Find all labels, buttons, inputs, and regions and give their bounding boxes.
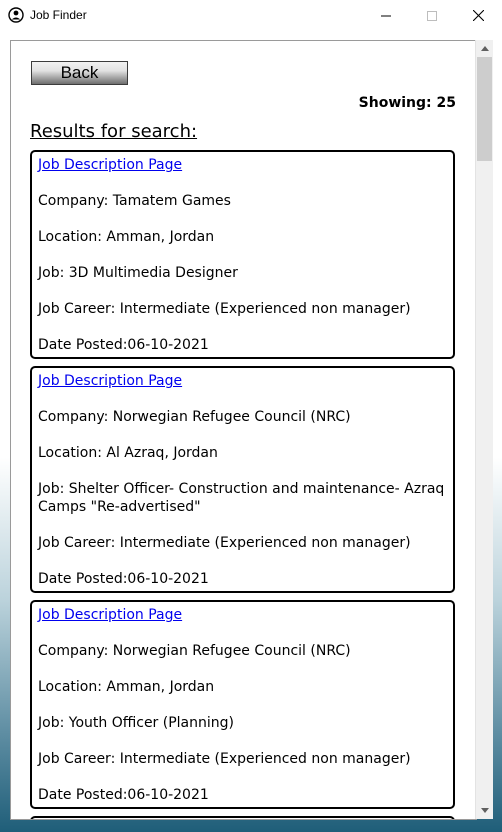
window-title: Job Finder <box>30 8 87 22</box>
app-search-person-icon <box>8 7 24 23</box>
job-card: Job Description Page Company: Norwegian … <box>30 366 455 593</box>
job-date-posted: Date Posted:06-10-2021 <box>38 571 209 587</box>
scroll-thumb[interactable] <box>477 57 492 161</box>
scroll-up-button[interactable] <box>476 40 493 57</box>
job-location: Location: Al Azraq, Jordan <box>38 445 218 461</box>
job-company: Company: Norwegian Refugee Council (NRC) <box>38 643 351 659</box>
job-title: Job: Shelter Officer- Construction and m… <box>38 481 445 515</box>
close-button[interactable] <box>455 0 501 31</box>
maximize-button[interactable] <box>409 0 455 31</box>
arrow-down-icon <box>480 808 489 813</box>
job-location: Location: Amman, Jordan <box>38 229 215 245</box>
job-card: Job Description Page Company: Tamatem Ga… <box>30 150 455 359</box>
job-career: Job Career: Intermediate (Experienced no… <box>38 535 411 551</box>
minimize-icon <box>381 15 391 16</box>
job-company: Company: Norwegian Refugee Council (NRC) <box>38 409 351 425</box>
job-company: Company: Tamatem Games <box>38 193 231 209</box>
job-description-link[interactable]: Job Description Page <box>38 607 182 623</box>
job-description-link[interactable]: Job Description Page <box>38 157 182 173</box>
minimize-button[interactable] <box>363 0 409 31</box>
close-icon <box>472 10 484 21</box>
title-bar: Job Finder <box>0 0 502 31</box>
job-title: Job: 3D Multimedia Designer <box>38 265 238 281</box>
results-panel: Back Showing: 25 Results for search: Job… <box>10 40 477 820</box>
job-date-posted: Date Posted:06-10-2021 <box>38 787 209 803</box>
job-description-link[interactable]: Job Description Page <box>38 373 182 389</box>
job-card-partial <box>30 816 455 819</box>
job-title: Job: Youth Officer (Planning) <box>38 715 234 731</box>
job-location: Location: Amman, Jordan <box>38 679 215 695</box>
job-career: Job Career: Intermediate (Experienced no… <box>38 301 411 317</box>
vertical-scrollbar[interactable] <box>475 40 493 819</box>
maximize-icon <box>427 10 437 21</box>
job-card: Job Description Page Company: Norwegian … <box>30 600 455 809</box>
showing-count: Showing: 25 <box>358 95 456 111</box>
back-button[interactable]: Back <box>31 61 128 85</box>
job-career: Job Career: Intermediate (Experienced no… <box>38 751 411 767</box>
results-heading: Results for search: <box>30 121 198 142</box>
scroll-down-button[interactable] <box>476 802 493 819</box>
arrow-up-icon <box>480 46 489 51</box>
job-date-posted: Date Posted:06-10-2021 <box>38 337 209 353</box>
